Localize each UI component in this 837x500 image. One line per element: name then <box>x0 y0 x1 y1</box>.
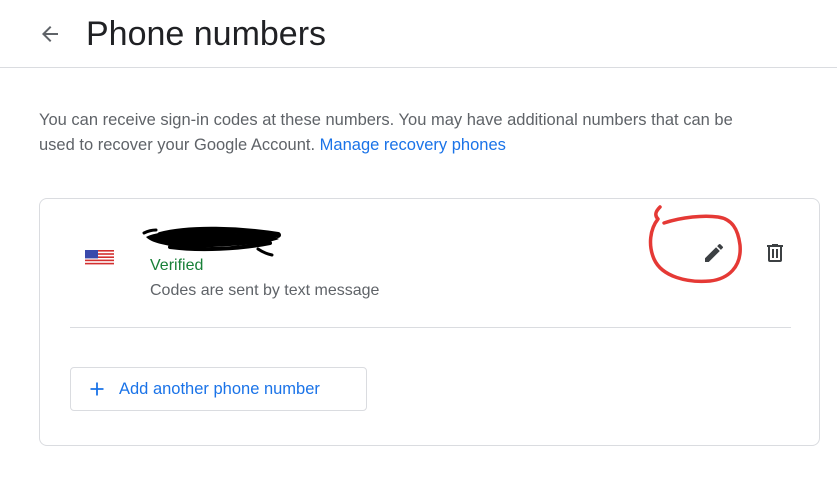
edit-phone-button[interactable] <box>698 237 730 269</box>
card-divider <box>70 327 791 328</box>
add-phone-number-button[interactable]: Add another phone number <box>70 367 367 411</box>
phone-numbers-card: Verified Codes are sent by text message … <box>39 198 820 446</box>
page-header: Phone numbers <box>0 0 837 68</box>
delete-phone-button[interactable] <box>759 237 791 269</box>
arrow-back-icon <box>42 26 58 42</box>
us-flag-icon <box>85 250 114 266</box>
plus-icon <box>87 379 107 399</box>
redacted-phone-number <box>142 226 281 257</box>
status-verified: Verified <box>150 257 204 274</box>
add-phone-number-label: Add another phone number <box>119 379 320 398</box>
page-title: Phone numbers <box>86 15 327 53</box>
trash-icon <box>767 244 783 262</box>
pencil-icon <box>705 243 724 262</box>
delivery-method: Codes are sent by text message <box>150 282 380 299</box>
page: Phone numbers You can receive sign-in co… <box>0 0 837 500</box>
back-button[interactable] <box>34 18 66 50</box>
manage-recovery-phones-link[interactable]: Manage recovery phones <box>320 136 506 154</box>
intro-text: You can receive sign-in codes at these n… <box>39 108 759 158</box>
